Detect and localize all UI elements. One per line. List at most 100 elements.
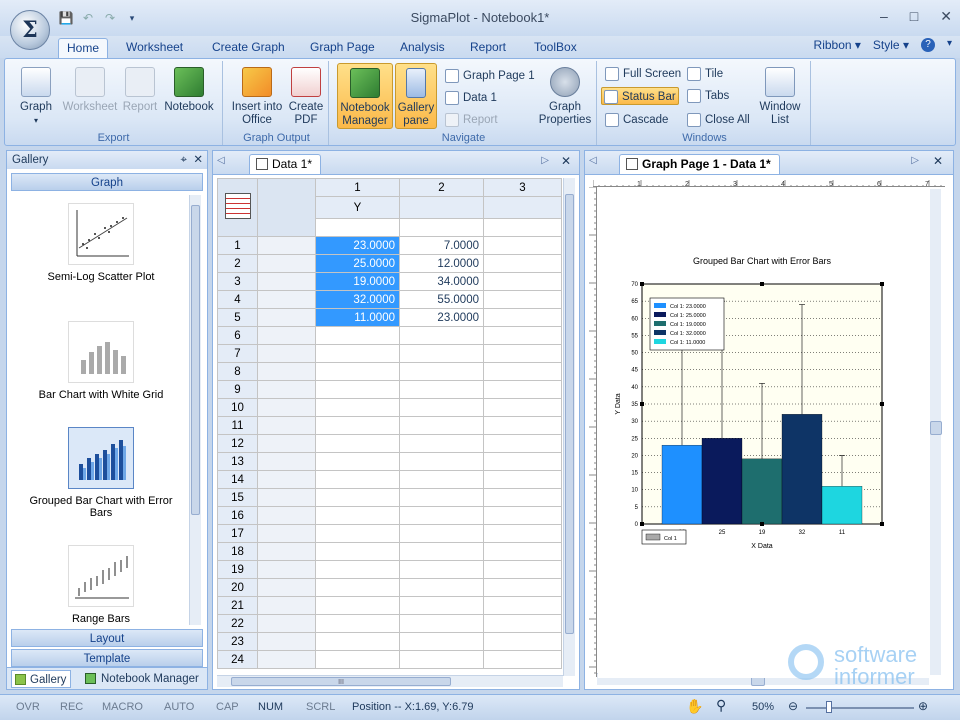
table-cell[interactable] — [483, 308, 562, 327]
tab-report[interactable]: Report — [462, 38, 514, 58]
row-header[interactable]: 3 — [217, 272, 258, 291]
table-cell[interactable] — [315, 362, 400, 381]
gallery-close-icon[interactable]: ✕ — [193, 151, 203, 169]
grouped-bar-chart[interactable]: Grouped Bar Chart with Error Bars 0 5 10 15 2… — [598, 188, 930, 588]
column-header-2[interactable]: 2 — [399, 178, 484, 197]
help-dropdown-icon[interactable]: ▾ — [947, 38, 952, 52]
style-menu[interactable]: Style ▾ — [873, 38, 909, 52]
table-row[interactable]: 9 — [217, 380, 562, 399]
table-row[interactable]: 13 — [217, 452, 562, 471]
tab-graph-page[interactable]: Graph Page — [302, 38, 383, 58]
gallery-section-template[interactable]: Template — [11, 649, 203, 667]
graph-vscroll-thumb[interactable] — [930, 421, 942, 435]
column-subtitle-2[interactable] — [399, 218, 484, 237]
row-header[interactable]: 8 — [217, 362, 258, 381]
column-title-1[interactable]: Y — [315, 196, 400, 219]
gallery-scrollbar[interactable] — [189, 195, 201, 625]
table-cell[interactable] — [483, 560, 562, 579]
gallery-scroll-thumb[interactable] — [191, 205, 200, 515]
tab-home[interactable]: Home — [58, 38, 109, 58]
full-screen-button[interactable]: Full Screen — [603, 65, 681, 83]
table-cell[interactable] — [483, 614, 562, 633]
create-pdf-button[interactable]: Create PDF — [287, 63, 325, 127]
table-cell[interactable] — [483, 596, 562, 615]
gallery-section-graph[interactable]: Graph — [11, 173, 203, 191]
pan-hand-icon[interactable]: ✋ — [686, 698, 703, 715]
report-button[interactable]: Report — [443, 111, 498, 129]
help-icon[interactable]: ? — [920, 38, 935, 52]
table-cell[interactable] — [399, 560, 484, 579]
row-header[interactable]: 21 — [217, 596, 258, 615]
tabs-button[interactable]: Tabs — [685, 87, 729, 105]
table-cell[interactable]: 11.0000 — [315, 308, 400, 327]
table-cell[interactable]: 32.0000 — [315, 290, 400, 309]
table-cell[interactable] — [483, 398, 562, 417]
gallery-item-semi-log-scatter[interactable]: Semi-Log Scatter Plot — [11, 203, 191, 283]
column-header-3[interactable]: 3 — [483, 178, 562, 197]
maximize-icon[interactable]: □ — [910, 8, 918, 25]
table-cell[interactable] — [483, 470, 562, 489]
table-cell[interactable] — [483, 650, 562, 669]
worksheet-corner[interactable] — [217, 178, 258, 237]
row-header[interactable]: 13 — [217, 452, 258, 471]
worksheet-vscroll-thumb[interactable] — [565, 194, 574, 634]
row-header[interactable]: 22 — [217, 614, 258, 633]
table-cell[interactable] — [483, 452, 562, 471]
table-cell[interactable] — [399, 596, 484, 615]
zoom-slider[interactable] — [806, 707, 914, 709]
table-cell[interactable]: 23.0000 — [315, 236, 400, 255]
insert-into-office-button[interactable]: Insert into Office — [229, 63, 285, 127]
table-cell[interactable] — [483, 272, 562, 291]
table-cell[interactable] — [399, 362, 484, 381]
table-cell[interactable] — [399, 488, 484, 507]
row-header[interactable]: 15 — [217, 488, 258, 507]
table-row[interactable]: 6 — [217, 326, 562, 345]
tile-button[interactable]: Tile — [685, 65, 723, 83]
table-cell[interactable] — [315, 380, 400, 399]
table-cell[interactable] — [399, 524, 484, 543]
ribbon-menu[interactable]: Ribbon ▾ — [814, 38, 861, 52]
export-report-button[interactable]: Report — [119, 63, 161, 114]
table-row[interactable]: 20 — [217, 578, 562, 597]
row-header[interactable]: 24 — [217, 650, 258, 669]
table-row[interactable]: 17 — [217, 524, 562, 543]
table-row[interactable]: 2 25.0000 12.0000 — [217, 254, 562, 273]
table-cell[interactable] — [315, 416, 400, 435]
table-row[interactable]: 8 — [217, 362, 562, 381]
table-row[interactable]: 11 — [217, 416, 562, 435]
table-cell[interactable] — [399, 326, 484, 345]
table-row[interactable]: 24 — [217, 650, 562, 669]
table-cell[interactable] — [483, 488, 562, 507]
table-cell[interactable] — [315, 506, 400, 525]
column-subtitle-3[interactable] — [483, 218, 562, 237]
table-cell[interactable] — [483, 506, 562, 525]
table-cell[interactable] — [399, 632, 484, 651]
table-cell[interactable] — [315, 560, 400, 579]
row-header[interactable]: 12 — [217, 434, 258, 453]
table-row[interactable]: 14 — [217, 470, 562, 489]
graph-close-icon[interactable]: ✕ — [933, 154, 943, 168]
table-cell[interactable] — [315, 344, 400, 363]
table-cell[interactable] — [399, 650, 484, 669]
table-cell[interactable]: 55.0000 — [399, 290, 484, 309]
table-cell[interactable] — [483, 632, 562, 651]
table-cell[interactable] — [483, 290, 562, 309]
table-cell[interactable]: 7.0000 — [399, 236, 484, 255]
table-cell[interactable]: 34.0000 — [399, 272, 484, 291]
table-cell[interactable] — [315, 596, 400, 615]
table-cell[interactable] — [483, 434, 562, 453]
table-cell[interactable] — [315, 434, 400, 453]
table-cell[interactable] — [483, 254, 562, 273]
graph-vscroll[interactable] — [929, 189, 942, 675]
table-cell[interactable] — [315, 524, 400, 543]
table-cell[interactable] — [483, 416, 562, 435]
close-icon[interactable]: ✕ — [940, 8, 952, 25]
tab-toolbox[interactable]: ToolBox — [526, 38, 585, 58]
tab-worksheet[interactable]: Worksheet — [118, 38, 191, 58]
zoom-slider-thumb[interactable] — [826, 701, 832, 713]
row-header[interactable]: 14 — [217, 470, 258, 489]
column-title-3[interactable] — [483, 196, 562, 219]
table-cell[interactable] — [483, 524, 562, 543]
table-cell[interactable] — [399, 614, 484, 633]
row-header[interactable]: 9 — [217, 380, 258, 399]
